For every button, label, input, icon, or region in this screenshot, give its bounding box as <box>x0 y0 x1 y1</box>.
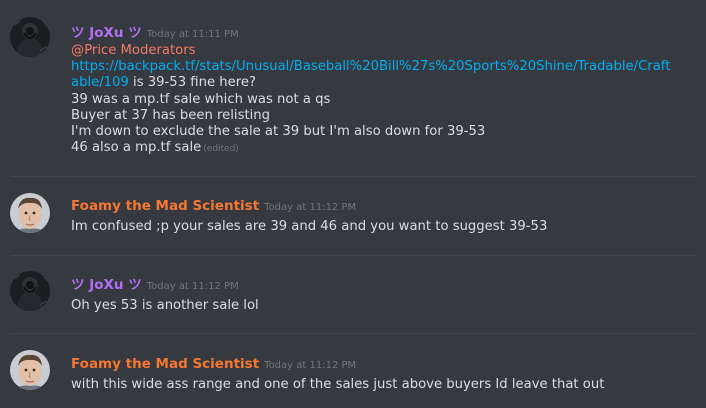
message-header: ツ JoXu ツ Today at 11:12 PM <box>71 275 239 293</box>
message-text: is 39-53 fine here? <box>128 75 256 91</box>
message-line: Im confused ;p your sales are 39 and 46 … <box>71 219 548 234</box>
timestamp: Today at 11:12 PM <box>264 360 357 371</box>
timestamp: Today at 11:12 PM <box>264 202 357 213</box>
message-header: Foamy the Mad Scientist Today at 11:12 PM <box>71 354 356 372</box>
link[interactable]: https://backpack.tf/stats/Unusual/Baseba… <box>71 59 670 74</box>
message-header: ツ JoXu ツ Today at 11:11 PM <box>71 23 239 41</box>
message-divider <box>10 255 696 256</box>
message-line: Oh yes 53 is another sale lol <box>71 298 259 313</box>
message-divider <box>10 333 696 334</box>
message-content: @Price Moderators https://backpack.tf/st… <box>71 43 681 157</box>
message-content: Im confused ;p your sales are 39 and 46 … <box>71 219 681 235</box>
man-face-avatar[interactable] <box>10 193 50 233</box>
man-face-avatar[interactable] <box>10 350 50 390</box>
message-line: Buyer at 37 has been relisting <box>71 107 271 123</box>
dark-hooded-avatar[interactable] <box>10 17 50 57</box>
message-divider <box>10 176 696 177</box>
message-line: 39 was a mp.tf sale which was not a qs <box>71 91 331 107</box>
edited-marker: (edited) <box>203 144 239 155</box>
mention[interactable]: @Price Moderators <box>71 43 196 58</box>
message-content: Oh yes 53 is another sale lol <box>71 298 681 314</box>
message-line: 46 also a mp.tf sale <box>71 140 202 156</box>
username[interactable]: Foamy the Mad Scientist <box>71 198 259 214</box>
username[interactable]: Foamy the Mad Scientist <box>71 356 259 372</box>
link-continuation[interactable]: able/109 <box>71 75 129 90</box>
username[interactable]: ツ JoXu ツ <box>71 277 142 293</box>
timestamp: Today at 11:12 PM <box>146 281 239 292</box>
message-line: I'm down to exclude the sale at 39 but I… <box>71 124 486 140</box>
message-content: with this wide ass range and one of the … <box>71 377 681 393</box>
dark-hooded-avatar[interactable] <box>10 271 50 311</box>
timestamp: Today at 11:11 PM <box>146 29 239 40</box>
username[interactable]: ツ JoXu ツ <box>71 25 142 41</box>
message-line: with this wide ass range and one of the … <box>71 377 605 392</box>
message-header: Foamy the Mad Scientist Today at 11:12 PM <box>71 196 356 214</box>
